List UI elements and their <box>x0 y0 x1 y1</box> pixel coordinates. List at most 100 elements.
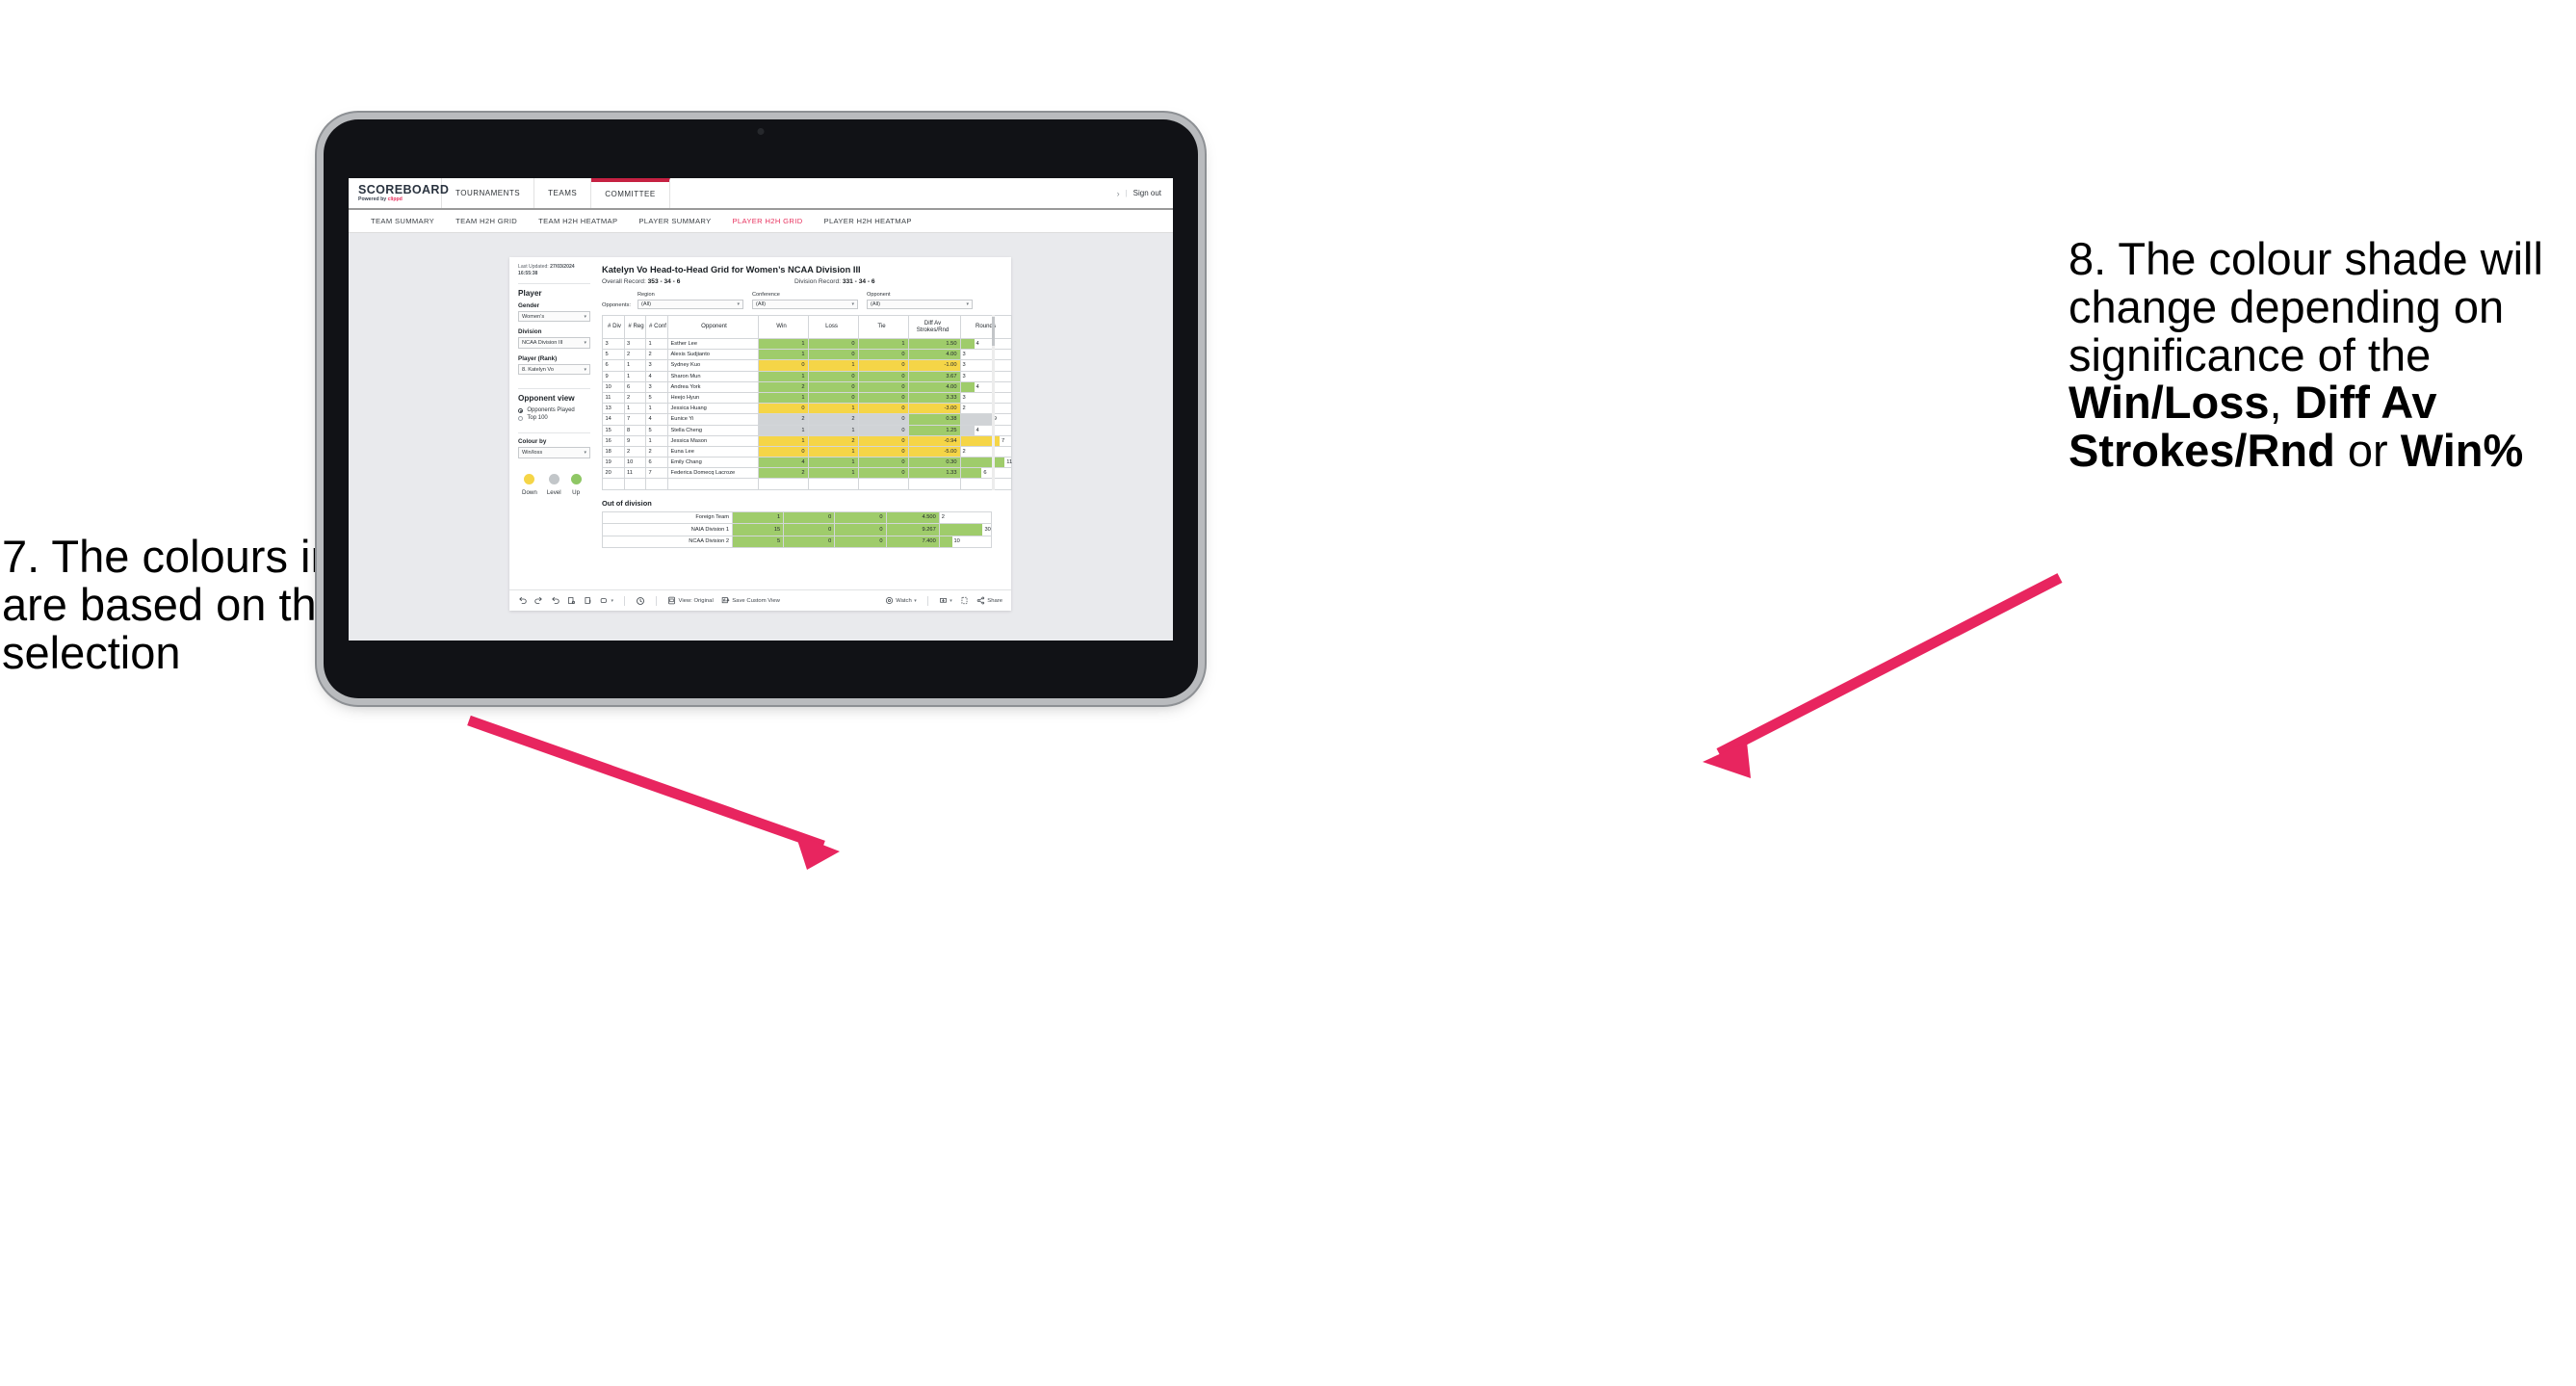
cell-opponent: Jessica Mason <box>666 434 759 447</box>
tab-team-h2h-heatmap[interactable]: TEAM H2H HEATMAP <box>528 217 628 225</box>
rounds-bar <box>960 458 1005 468</box>
filter-region-select[interactable]: (All) ▾ <box>637 299 743 309</box>
filter-conference-select[interactable]: (All) ▾ <box>752 299 858 309</box>
table-row[interactable]: 5 2 2 Alexis Sudjianto 1 0 0 4.00 3 <box>602 349 1012 361</box>
spacer-cell <box>602 478 625 490</box>
radio-opponents-played[interactable]: Opponents Played <box>518 407 590 413</box>
cell-div: 13 <box>602 403 625 415</box>
revert-button[interactable] <box>551 596 559 605</box>
filter-player-rank-label: Player (Rank) <box>518 354 558 362</box>
col-reg[interactable]: # Reg <box>623 315 646 339</box>
filter-gender-select[interactable]: Women’s ▾ <box>518 310 590 323</box>
download-button[interactable]: ▾ <box>939 596 952 605</box>
table-row[interactable]: 19 10 6 Emily Chang 4 1 0 0.30 11 <box>602 457 1012 469</box>
filter-opponent: Opponent (All) ▾ <box>867 292 973 309</box>
cell-div: 19 <box>602 457 625 469</box>
chevron-right-icon[interactable]: › <box>1117 189 1120 198</box>
table-row[interactable]: NAIA Division 1 15 0 0 9.267 30 <box>602 523 993 536</box>
cell-div: 11 <box>602 391 625 405</box>
tab-team-h2h-grid[interactable]: TEAM H2H GRID <box>445 217 528 225</box>
grid-scrollbar[interactable] <box>992 315 995 490</box>
col-conf[interactable]: # Conf <box>645 315 668 339</box>
cell-conf: 1 <box>645 434 668 447</box>
table-row[interactable]: 3 3 1 Esther Lee 1 0 1 1.50 4 <box>602 337 1012 351</box>
tab-team-summary[interactable]: TEAM SUMMARY <box>360 217 445 225</box>
rounds-bar-wrap: 3 <box>961 372 1011 381</box>
pause-button[interactable] <box>584 596 592 605</box>
pause-auto-updates-button[interactable] <box>636 596 645 606</box>
spacer-cell <box>907 478 961 490</box>
chevron-down-icon: ▾ <box>584 313 586 320</box>
cell-rounds: 6 <box>959 467 1012 480</box>
highlight-button[interactable]: ▾ <box>600 596 613 605</box>
table-row[interactable]: 18 2 2 Euna Lee 0 1 0 -5.00 2 <box>602 445 1012 458</box>
overall-record: Overall Record: 353 - 34 - 6 <box>602 278 681 285</box>
nav-item-tournaments[interactable]: TOURNAMENTS <box>442 178 535 208</box>
col-tie[interactable]: Tie <box>857 315 909 339</box>
cell-conf: 4 <box>645 370 668 382</box>
redo-button[interactable] <box>534 596 543 605</box>
filter-region: Region (All) ▾ <box>637 292 743 309</box>
view-original-button[interactable]: View: Original <box>667 596 714 605</box>
rounds-bar <box>960 468 982 479</box>
cell-loss: 2 <box>807 413 859 426</box>
table-row[interactable]: 9 1 4 Sharon Mun 1 0 0 3.67 3 <box>602 370 1012 382</box>
cell-rounds: 2 <box>959 445 1012 458</box>
nav-item-committee[interactable]: COMMITTEE <box>591 178 670 208</box>
fullscreen-button[interactable] <box>960 596 969 605</box>
cell-diff-av-strokes: 0.38 <box>907 413 961 426</box>
cell-win: 1 <box>757 370 809 382</box>
spacer-cell <box>857 478 909 490</box>
share-button[interactable]: Share <box>976 596 1002 605</box>
tab-player-summary[interactable]: PLAYER SUMMARY <box>628 217 721 225</box>
table-row[interactable]: 10 6 3 Andrea York 2 0 0 4.00 4 <box>602 380 1012 393</box>
radio-top-100[interactable]: Top 100 <box>518 415 590 421</box>
table-row[interactable]: 11 2 5 Heejo Hyun 1 0 0 3.33 3 <box>602 391 1012 405</box>
filter-colour-by-select[interactable]: Win/loss ▾ <box>518 447 590 458</box>
col-loss[interactable]: Loss <box>807 315 859 339</box>
cell-loss: 0 <box>807 349 859 361</box>
filter-division-select[interactable]: NCAA Division III ▾ <box>518 337 590 349</box>
table-row[interactable]: 15 8 5 Stella Cheng 1 1 0 1.25 4 <box>602 424 1012 436</box>
cell-group-name: NCAA Division 2 <box>602 535 733 549</box>
filter-player-rank-select[interactable]: 8. Katelyn Vo ▾ <box>518 363 590 376</box>
save-custom-view-button[interactable]: Save Custom View <box>721 596 780 605</box>
refresh-button[interactable] <box>567 596 576 605</box>
cell-opponent: Federica Domecq Lacroze <box>666 467 759 480</box>
cell-group-name: Foreign Team <box>602 510 733 525</box>
filter-opponent-select[interactable]: (All) ▾ <box>867 299 973 309</box>
col-diff-av-strokes[interactable]: Diff Av Strokes/Rnd <box>907 315 961 339</box>
tab-player-h2h-heatmap[interactable]: PLAYER H2H HEATMAP <box>814 217 923 225</box>
undo-button[interactable] <box>518 596 527 605</box>
cell-loss: 0 <box>783 535 836 549</box>
table-row[interactable]: 14 7 4 Eunice Yi 2 2 0 0.38 9 <box>602 413 1012 426</box>
app-header: SCOREBOARD Powered by clippd TOURNAMENTS… <box>349 178 1173 210</box>
cell-win: 1 <box>757 434 809 447</box>
sign-out-link[interactable]: Sign out <box>1133 189 1161 197</box>
table-row[interactable]: 20 11 7 Federica Domecq Lacroze 2 1 0 1.33 6 <box>602 467 1012 480</box>
col-win[interactable]: Win <box>757 315 809 339</box>
brand-logo[interactable]: SCOREBOARD Powered by clippd <box>349 178 449 208</box>
table-row[interactable]: Foreign Team 1 0 0 4.500 2 <box>602 510 993 525</box>
cell-win: 1 <box>757 391 809 405</box>
cell-tie: 0 <box>834 535 887 549</box>
cell-tie: 0 <box>857 403 909 415</box>
filter-region-value: (All) <box>641 301 651 307</box>
col-opponent[interactable]: Opponent <box>666 315 759 339</box>
cell-reg: 8 <box>623 424 646 436</box>
table-row[interactable]: 13 1 1 Jessica Huang 0 1 0 -3.00 2 <box>602 403 1012 415</box>
table-row[interactable]: NCAA Division 2 5 0 0 7.400 10 <box>602 535 993 549</box>
overall-record-value: 353 - 34 - 6 <box>647 278 681 285</box>
watch-label: Watch <box>896 597 912 604</box>
table-row[interactable]: 6 1 3 Sydney Kuo 0 1 0 -1.00 3 <box>602 359 1012 372</box>
col-rounds[interactable]: Rounds <box>959 315 1012 339</box>
table-row[interactable]: 16 9 1 Jessica Mason 1 2 0 -0.94 7 <box>602 434 1012 447</box>
col-div[interactable]: # Div <box>602 315 625 339</box>
radio-icon <box>518 415 524 421</box>
grid-scrollbar-thumb[interactable] <box>992 317 995 346</box>
cell-rounds: 9 <box>959 413 1012 426</box>
nav-item-teams[interactable]: TEAMS <box>534 178 592 208</box>
records-row: Overall Record: 353 - 34 - 6 Division Re… <box>602 278 1002 285</box>
watch-button[interactable]: Watch ▾ <box>885 596 917 605</box>
tab-player-h2h-grid[interactable]: PLAYER H2H GRID <box>721 217 813 225</box>
